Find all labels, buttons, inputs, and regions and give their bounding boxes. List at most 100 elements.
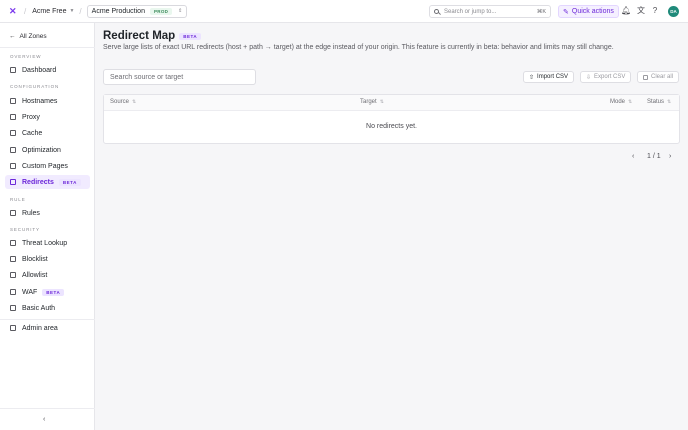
column-label: Source: [110, 99, 130, 105]
sidebar-item-waf[interactable]: WAF BETA: [5, 285, 90, 299]
upload-icon: ⇧: [529, 74, 535, 81]
file-icon: [10, 163, 16, 169]
check-circle-icon: [10, 272, 16, 278]
sidebar-item-label: Rules: [22, 209, 40, 217]
sidebar-item-label: Optimization: [22, 146, 61, 154]
sidebar-item-label: Redirects: [22, 178, 54, 186]
section-configuration: CONFIGURATION: [10, 84, 60, 89]
section-rule: RULE: [10, 197, 26, 202]
collapse-sidebar-button[interactable]: ‹: [43, 416, 45, 423]
sidebar-item-allowlist[interactable]: Allowlist: [5, 268, 90, 282]
sidebar-item-label: Cache: [22, 129, 43, 137]
page-indicator: 1 / 1: [647, 153, 661, 160]
sort-icon: ⇅: [628, 99, 633, 105]
org-name: Acme Free: [32, 7, 67, 15]
sidebar-item-label: Blocklist: [22, 255, 48, 263]
translate-icon[interactable]: 文: [636, 6, 646, 16]
sort-icon: ⇅: [379, 99, 384, 105]
beta-badge: BETA: [42, 288, 65, 296]
sidebar-item-hostnames[interactable]: Hostnames: [5, 94, 90, 108]
sidebar-item-blocklist[interactable]: Blocklist: [5, 252, 90, 266]
column-label: Mode: [610, 99, 626, 105]
page-header: Redirect Map BETA: [103, 30, 202, 42]
sidebar-item-cache[interactable]: Cache: [5, 126, 90, 140]
sidebar-item-admin-area[interactable]: Admin area: [5, 321, 90, 335]
section-security: SECURITY: [10, 227, 40, 232]
search-placeholder: Search source or target: [110, 73, 184, 81]
redirect-icon: [10, 179, 16, 185]
sidebar-item-label: Admin area: [22, 324, 58, 332]
zone-env-badge: PROD: [149, 7, 173, 15]
sidebar-item-optimization[interactable]: Optimization: [5, 143, 90, 157]
export-csv-button[interactable]: ⇩ Export CSV: [580, 71, 632, 83]
beta-badge: BETA: [58, 178, 81, 186]
import-csv-button[interactable]: ⇧ Import CSV: [523, 71, 575, 83]
column-header-source[interactable]: Source ⇅: [110, 99, 136, 105]
sidebar-item-label: Proxy: [22, 113, 40, 121]
shield-icon: [10, 240, 16, 246]
firewall-icon: [10, 289, 16, 295]
clear-all-button[interactable]: Clear all: [637, 71, 680, 83]
rules-icon: [10, 210, 16, 216]
sidebar-item-redirects[interactable]: Redirects BETA: [5, 175, 90, 189]
sidebar-item-label: Allowlist: [22, 271, 48, 279]
topbar-separator: /: [24, 6, 27, 16]
sidebar-item-label: Basic Auth: [22, 304, 56, 312]
lock-icon: [10, 305, 16, 311]
clear-label: Clear all: [651, 74, 674, 80]
help-icon[interactable]: ?: [650, 6, 660, 16]
sidebar-item-label: WAF: [22, 288, 38, 296]
block-icon: [10, 256, 16, 262]
bell-icon[interactable]: 🔔︎: [621, 6, 631, 16]
org-switcher[interactable]: Acme Free ▼: [32, 8, 74, 15]
column-label: Target: [360, 99, 377, 105]
sidebar-item-dashboard[interactable]: Dashboard: [5, 63, 90, 77]
lightning-icon: [10, 147, 16, 153]
sidebar-item-label: Threat Lookup: [22, 239, 68, 247]
quick-actions-label: Quick actions: [571, 8, 614, 15]
dashboard-icon: [10, 67, 16, 73]
download-icon: ⇩: [586, 74, 592, 81]
quick-actions-button[interactable]: ✎ Quick actions: [558, 5, 619, 18]
magic-wand-icon: ✎: [563, 8, 569, 16]
all-zones-link[interactable]: ← All Zones: [9, 33, 47, 40]
globe-icon: [10, 98, 16, 104]
avatar[interactable]: DA: [668, 6, 679, 17]
column-header-target[interactable]: Target ⇅: [360, 99, 384, 105]
sidebar-item-basic-auth[interactable]: Basic Auth: [5, 301, 90, 315]
zone-switcher[interactable]: Acme Production PROD ⇕: [86, 4, 188, 18]
sidebar-item-custom-pages[interactable]: Custom Pages: [5, 159, 90, 173]
arrow-left-icon: ←: [9, 33, 16, 40]
sidebar-divider: [0, 319, 95, 320]
sidebar-item-proxy[interactable]: Proxy: [5, 110, 90, 124]
redirect-search-input[interactable]: Search source or target: [103, 69, 256, 85]
column-label: Status: [647, 99, 665, 105]
section-overview: OVERVIEW: [10, 54, 42, 59]
chevron-down-icon: ▼: [69, 8, 75, 14]
column-header-mode[interactable]: Mode ⇅: [610, 99, 632, 105]
sort-icon: ⇅: [132, 99, 137, 105]
page-description: Serve large lists of exact URL redirects…: [103, 44, 614, 51]
table-header: Source ⇅ Target ⇅ Mode ⇅ Status ⇅: [104, 95, 679, 111]
proxy-icon: [10, 114, 16, 120]
next-page-button[interactable]: ›: [669, 153, 671, 160]
app-logo-icon[interactable]: ✕: [9, 7, 17, 16]
export-label: Export CSV: [594, 74, 626, 80]
admin-icon: [10, 325, 16, 331]
breadcrumb-separator: /: [79, 6, 82, 16]
sidebar-item-label: Dashboard: [22, 66, 57, 74]
all-zones-label: All Zones: [19, 33, 47, 40]
column-header-status[interactable]: Status ⇅: [647, 99, 671, 105]
database-icon: [10, 130, 16, 136]
sidebar-item-rules[interactable]: Rules: [5, 206, 90, 220]
empty-state: No redirects yet.: [366, 123, 417, 130]
sidebar-item-label: Custom Pages: [22, 162, 68, 170]
sort-icon: ⇅: [667, 99, 672, 105]
search-shortcut: ⌘K: [536, 8, 546, 15]
redirects-table: Source ⇅ Target ⇅ Mode ⇅ Status ⇅ No red…: [103, 94, 680, 144]
global-search-input[interactable]: Search or jump to... ⌘K: [429, 5, 551, 18]
prev-page-button[interactable]: ‹: [632, 153, 634, 160]
beta-badge: BETA: [179, 32, 202, 40]
sidebar-item-threat-lookup[interactable]: Threat Lookup: [5, 236, 90, 250]
sidebar-item-label: Hostnames: [22, 97, 58, 105]
